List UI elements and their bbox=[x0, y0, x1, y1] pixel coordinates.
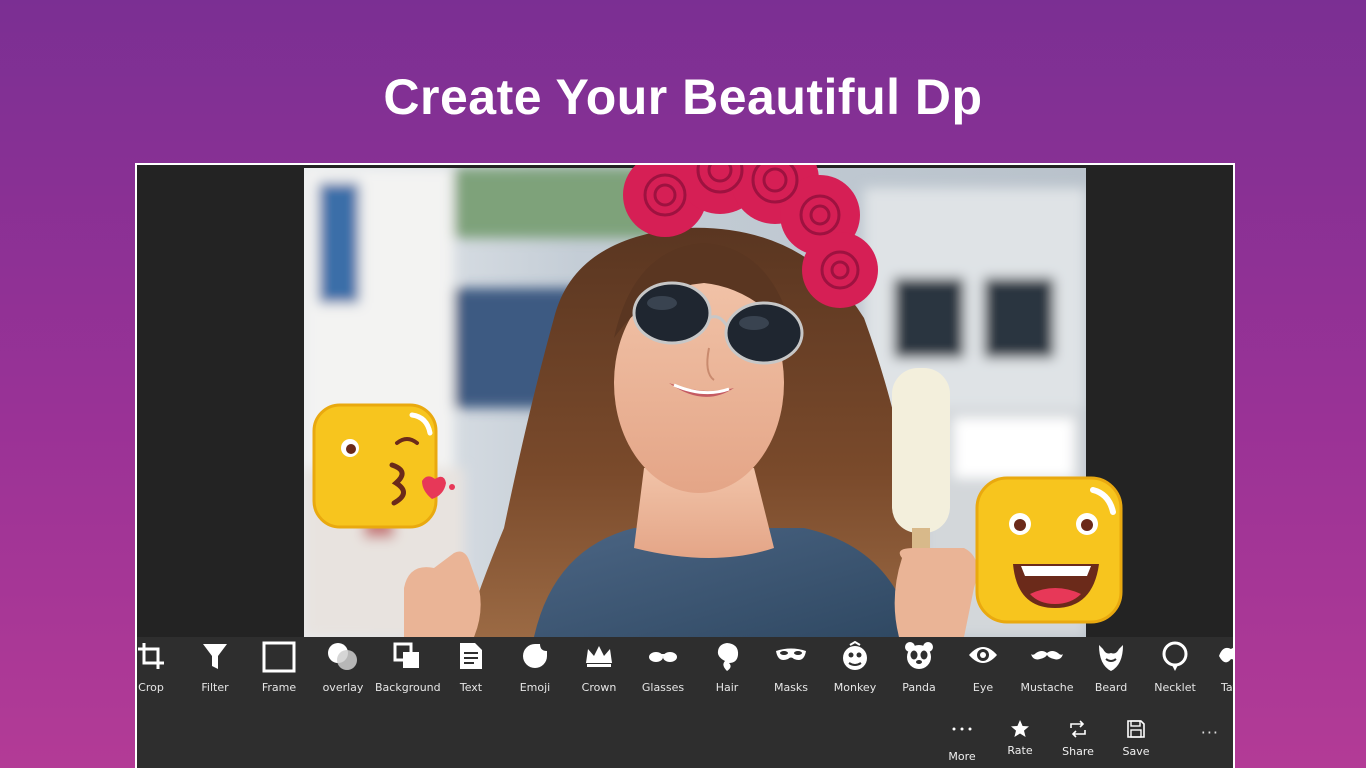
laughing-emoji-sticker[interactable] bbox=[975, 476, 1125, 626]
hair-icon bbox=[695, 641, 759, 681]
panda-icon bbox=[887, 641, 951, 681]
tool-frame[interactable]: Frame bbox=[247, 637, 311, 697]
overflow-menu-button[interactable]: ··· bbox=[1201, 723, 1219, 742]
tool-beard[interactable]: Beard bbox=[1079, 637, 1143, 697]
tattoo-icon bbox=[1207, 641, 1233, 681]
tool-text[interactable]: Text bbox=[439, 637, 503, 697]
tool-panda[interactable]: Panda bbox=[887, 637, 951, 697]
page-headline: Create Your Beautiful Dp bbox=[383, 69, 983, 125]
crown-icon bbox=[567, 641, 631, 681]
save-button[interactable]: Save bbox=[1107, 719, 1165, 768]
tool-overlay[interactable]: overlay bbox=[311, 637, 375, 697]
monkey-icon bbox=[823, 641, 887, 681]
glasses-icon bbox=[631, 641, 695, 681]
filter-icon bbox=[183, 641, 247, 681]
tool-masks[interactable]: Masks bbox=[759, 637, 823, 697]
editor-canvas bbox=[137, 165, 1233, 637]
tool-glasses[interactable]: Glasses bbox=[631, 637, 695, 697]
more-button[interactable]: More bbox=[933, 719, 991, 768]
save-icon bbox=[1107, 720, 1165, 744]
text-icon bbox=[439, 641, 503, 681]
tool-strip: Crop Filter Frame overlay Background Tex… bbox=[137, 637, 1233, 697]
mask-icon bbox=[759, 641, 823, 681]
tool-filter[interactable]: Filter bbox=[183, 637, 247, 697]
emoji-icon bbox=[503, 641, 567, 681]
bottom-toolbar: Crop Filter Frame overlay Background Tex… bbox=[137, 637, 1233, 768]
share-button[interactable]: Share bbox=[1049, 719, 1107, 768]
star-icon bbox=[991, 719, 1049, 743]
tool-necklet[interactable]: Necklet bbox=[1143, 637, 1207, 697]
crop-icon bbox=[137, 641, 183, 681]
share-icon bbox=[1049, 720, 1107, 744]
tool-hair[interactable]: Hair bbox=[695, 637, 759, 697]
tool-mustache[interactable]: Mustache bbox=[1015, 637, 1079, 697]
tool-eye[interactable]: Eye bbox=[951, 637, 1015, 697]
rate-button[interactable]: Rate bbox=[991, 719, 1049, 768]
necklace-icon bbox=[1143, 641, 1207, 681]
frame-icon bbox=[247, 641, 311, 681]
mustache-icon bbox=[1015, 641, 1079, 681]
tool-monkey[interactable]: Monkey bbox=[823, 637, 887, 697]
beard-icon bbox=[1079, 641, 1143, 681]
tool-emoji[interactable]: Emoji bbox=[503, 637, 567, 697]
app-bar: More Rate Share Save bbox=[933, 719, 1233, 768]
flower-crown-sticker[interactable] bbox=[615, 163, 885, 325]
tool-crop[interactable]: Crop bbox=[137, 637, 183, 697]
tool-tattoo[interactable]: Tat bbox=[1207, 637, 1233, 697]
app-window: Crop Filter Frame overlay Background Tex… bbox=[135, 163, 1235, 768]
eye-icon bbox=[951, 641, 1015, 681]
tool-crown[interactable]: Crown bbox=[567, 637, 631, 697]
background-icon bbox=[375, 641, 439, 681]
tool-background[interactable]: Background bbox=[375, 637, 441, 697]
kiss-emoji-sticker[interactable] bbox=[312, 403, 462, 533]
overlay-icon bbox=[311, 641, 375, 681]
more-icon bbox=[933, 725, 991, 749]
